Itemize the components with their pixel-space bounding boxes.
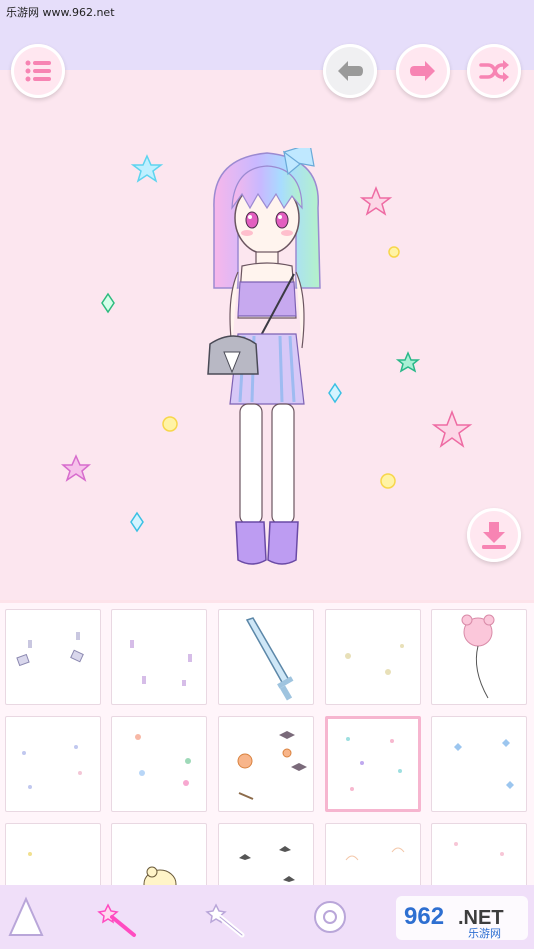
item-tile[interactable]	[218, 823, 314, 885]
item-tile-selected[interactable]	[325, 716, 421, 812]
watermark-site-text: 乐游网 www.962.net	[6, 6, 115, 19]
magic-wand-icon	[97, 903, 136, 937]
sparkle-yellow-icon	[380, 473, 396, 489]
tab-magic-wand[interactable]	[184, 885, 264, 949]
item-tile[interactable]	[431, 823, 527, 885]
962-logo-icon: 962 .NET 乐游网	[396, 896, 528, 940]
star-pink-left-icon	[60, 454, 92, 482]
dressup-stage	[0, 70, 534, 600]
sparkle-yellow-icon	[162, 416, 178, 432]
magic-wand-icon	[205, 903, 245, 938]
diamond-blue-small-icon	[130, 511, 144, 533]
yellow-dots-icon	[28, 852, 32, 856]
hanger-icon	[8, 896, 44, 936]
tab-settings[interactable]	[290, 885, 370, 949]
confetti-blue-icon	[22, 745, 82, 789]
redo-icon	[410, 61, 435, 81]
item-tile[interactable]	[218, 609, 314, 705]
shuffle-icon	[479, 60, 509, 82]
diamond-green-icon	[101, 292, 115, 314]
item-tile[interactable]	[325, 609, 421, 705]
item-tile[interactable]	[5, 716, 101, 812]
item-tile[interactable]	[431, 609, 527, 705]
item-tile[interactable]	[325, 823, 421, 885]
twinkle-stars-icon	[345, 644, 404, 675]
tab-magic-wand-active[interactable]	[76, 885, 156, 949]
download-icon	[482, 522, 506, 549]
pastel-confetti-icon	[346, 737, 402, 791]
pink-petals-icon	[454, 842, 504, 856]
item-tile[interactable]	[218, 716, 314, 812]
item-tile[interactable]	[111, 823, 207, 885]
star-green-icon	[395, 351, 421, 373]
logo-suffix: .NET	[458, 907, 504, 929]
item-tile[interactable]	[5, 823, 101, 885]
menu-icon	[25, 60, 51, 82]
bear-balloon-icon	[461, 614, 495, 699]
logo-number: 962	[404, 903, 444, 930]
star-pink-large-icon	[431, 409, 473, 448]
chick-character-icon	[143, 866, 177, 885]
item-tile[interactable]	[431, 716, 527, 812]
halloween-set-icon	[237, 731, 307, 800]
item-tile[interactable]	[111, 609, 207, 705]
star-pink-icon	[359, 185, 393, 216]
undo-button[interactable]	[323, 44, 377, 98]
dressup-character	[207, 148, 321, 565]
item-tile[interactable]	[5, 609, 101, 705]
shuffle-button[interactable]	[467, 44, 521, 98]
star-cyan-icon	[130, 154, 164, 183]
bats-icon	[239, 846, 295, 882]
sparkle-yellow-icon	[388, 246, 400, 258]
item-grid	[0, 603, 534, 885]
tab-wardrobe[interactable]	[0, 885, 66, 949]
undo-icon	[338, 61, 363, 81]
blue-butterflies-icon	[454, 739, 514, 789]
menu-button[interactable]	[11, 44, 65, 98]
redo-button[interactable]	[396, 44, 450, 98]
logo-chinese: 乐游网	[468, 927, 501, 940]
cloud-lines-icon	[345, 847, 405, 861]
gear-icon	[314, 901, 346, 933]
confetti-colorful-icon	[135, 734, 191, 786]
paper-petals-icon	[16, 632, 84, 667]
small-sparkles-icon	[130, 640, 192, 686]
item-tile[interactable]	[111, 716, 207, 812]
save-image-button[interactable]	[467, 508, 521, 562]
sword-icon	[245, 617, 294, 701]
watermark-logo: 962 .NET 乐游网	[394, 894, 530, 942]
